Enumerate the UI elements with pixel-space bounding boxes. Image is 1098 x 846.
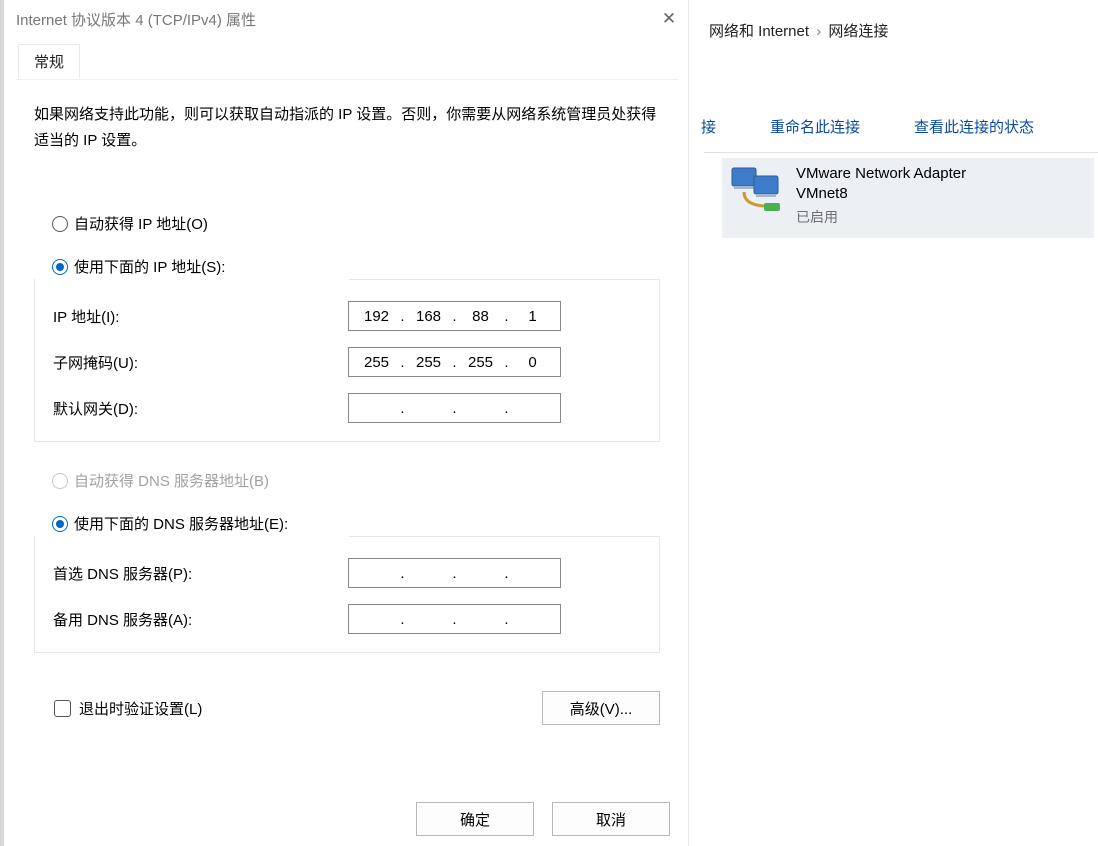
dns2-input[interactable]: . . . [348, 604, 561, 634]
ok-button[interactable]: 确定 [416, 802, 534, 836]
ip-oct-1[interactable]: 192 [356, 308, 398, 325]
breadcrumb: 网络和 Internet › 网络连接 [709, 20, 888, 41]
dialog-content: 如果网络支持此功能，则可以获取自动指派的 IP 设置。否则，你需要从网络系统管理… [6, 80, 688, 725]
adapter-title-line1: VMware Network Adapter [796, 164, 966, 184]
radio-use-dns-row[interactable]: 使用下面的 DNS 服务器地址(E): [34, 513, 660, 534]
mask-oct-2[interactable]: 255 [408, 354, 450, 371]
dns2-label: 备用 DNS 服务器(A): [53, 609, 348, 630]
chevron-right-icon: › [813, 23, 824, 40]
subnet-mask-label: 子网掩码(U): [53, 352, 348, 373]
mask-oct-1[interactable]: 255 [356, 354, 398, 371]
dns1-row: 首选 DNS 服务器(P): . . . [53, 558, 641, 588]
ip-oct-3[interactable]: 88 [460, 308, 502, 325]
ipv4-properties-dialog: Internet 协议版本 4 (TCP/IPv4) 属性 ✕ 常规 如果网络支… [6, 0, 689, 846]
dns2-row: 备用 DNS 服务器(A): . . . [53, 604, 641, 634]
adapter-text: VMware Network Adapter VMnet8 已启用 [796, 162, 966, 227]
radio-use-dns-label: 使用下面的 DNS 服务器地址(E): [74, 513, 288, 534]
gateway-label: 默认网关(D): [53, 398, 348, 419]
radio-use-ip-label: 使用下面的 IP 地址(S): [74, 256, 225, 277]
dialog-title: Internet 协议版本 4 (TCP/IPv4) 属性 [16, 9, 256, 30]
ip-address-input[interactable]: 192. 168. 88. 1 [348, 301, 561, 331]
validate-checkbox[interactable] [54, 700, 71, 717]
ip-oct-2[interactable]: 168 [408, 308, 450, 325]
adapter-item-vmnet8[interactable]: VMware Network Adapter VMnet8 已启用 [722, 158, 1094, 238]
radio-use-ip[interactable] [52, 259, 68, 275]
radio-auto-dns-row: 自动获得 DNS 服务器地址(B) [34, 470, 660, 491]
radio-auto-ip[interactable] [52, 216, 68, 232]
validate-on-exit-row[interactable]: 退出时验证设置(L) [54, 698, 202, 719]
radio-use-ip-row[interactable]: 使用下面的 IP 地址(S): [34, 256, 660, 277]
adapter-title-line2: VMnet8 [796, 184, 966, 204]
breadcrumb-part-network[interactable]: 网络和 Internet [709, 23, 809, 40]
subnet-mask-row: 子网掩码(U): 255. 255. 255. 0 [53, 347, 641, 377]
validate-label: 退出时验证设置(L) [79, 698, 202, 719]
dialog-buttons: 确定 取消 [416, 802, 670, 836]
radio-auto-dns-label: 自动获得 DNS 服务器地址(B) [74, 470, 269, 491]
radio-auto-ip-row[interactable]: 自动获得 IP 地址(O) [34, 213, 660, 234]
close-icon[interactable]: ✕ [658, 8, 680, 30]
adapter-status: 已启用 [796, 207, 966, 227]
dialog-titlebar: Internet 协议版本 4 (TCP/IPv4) 属性 ✕ [6, 0, 688, 38]
dns1-input[interactable]: . . . [348, 558, 561, 588]
network-adapter-icon [728, 162, 788, 222]
description-text: 如果网络支持此功能，则可以获取自动指派的 IP 设置。否则，你需要从网络系统管理… [34, 102, 660, 153]
toolbar-link-status[interactable]: 查看此连接的状态 [914, 116, 1034, 137]
toolbar-link-partial[interactable]: 接 [701, 116, 716, 137]
ip-group: IP 地址(I): 192. 168. 88. 1 子网掩码(U): 255. … [34, 279, 660, 442]
ip-address-row: IP 地址(I): 192. 168. 88. 1 [53, 301, 641, 331]
advanced-button[interactable]: 高级(V)... [542, 691, 660, 725]
radio-auto-dns [52, 473, 68, 489]
ip-oct-4[interactable]: 1 [512, 308, 554, 325]
ip-address-label: IP 地址(I): [53, 306, 348, 327]
tab-general[interactable]: 常规 [18, 44, 80, 79]
breadcrumb-part-connections[interactable]: 网络连接 [828, 23, 888, 40]
dns1-label: 首选 DNS 服务器(P): [53, 563, 348, 584]
subnet-mask-input[interactable]: 255. 255. 255. 0 [348, 347, 561, 377]
gateway-row: 默认网关(D): . . . [53, 393, 641, 423]
toolbar-separator [704, 152, 1098, 153]
mask-oct-3[interactable]: 255 [460, 354, 502, 371]
dns-group: 首选 DNS 服务器(P): . . . 备用 DNS 服务器(A): . . [34, 536, 660, 653]
tab-strip: 常规 [16, 44, 678, 80]
mask-oct-4[interactable]: 0 [512, 354, 554, 371]
cancel-button[interactable]: 取消 [552, 802, 670, 836]
radio-auto-ip-label: 自动获得 IP 地址(O) [74, 213, 208, 234]
radio-use-dns[interactable] [52, 516, 68, 532]
toolbar-link-rename[interactable]: 重命名此连接 [770, 116, 860, 137]
gateway-input[interactable]: . . . [348, 393, 561, 423]
toolbar-links: 接 重命名此连接 查看此连接的状态 [701, 116, 1034, 137]
